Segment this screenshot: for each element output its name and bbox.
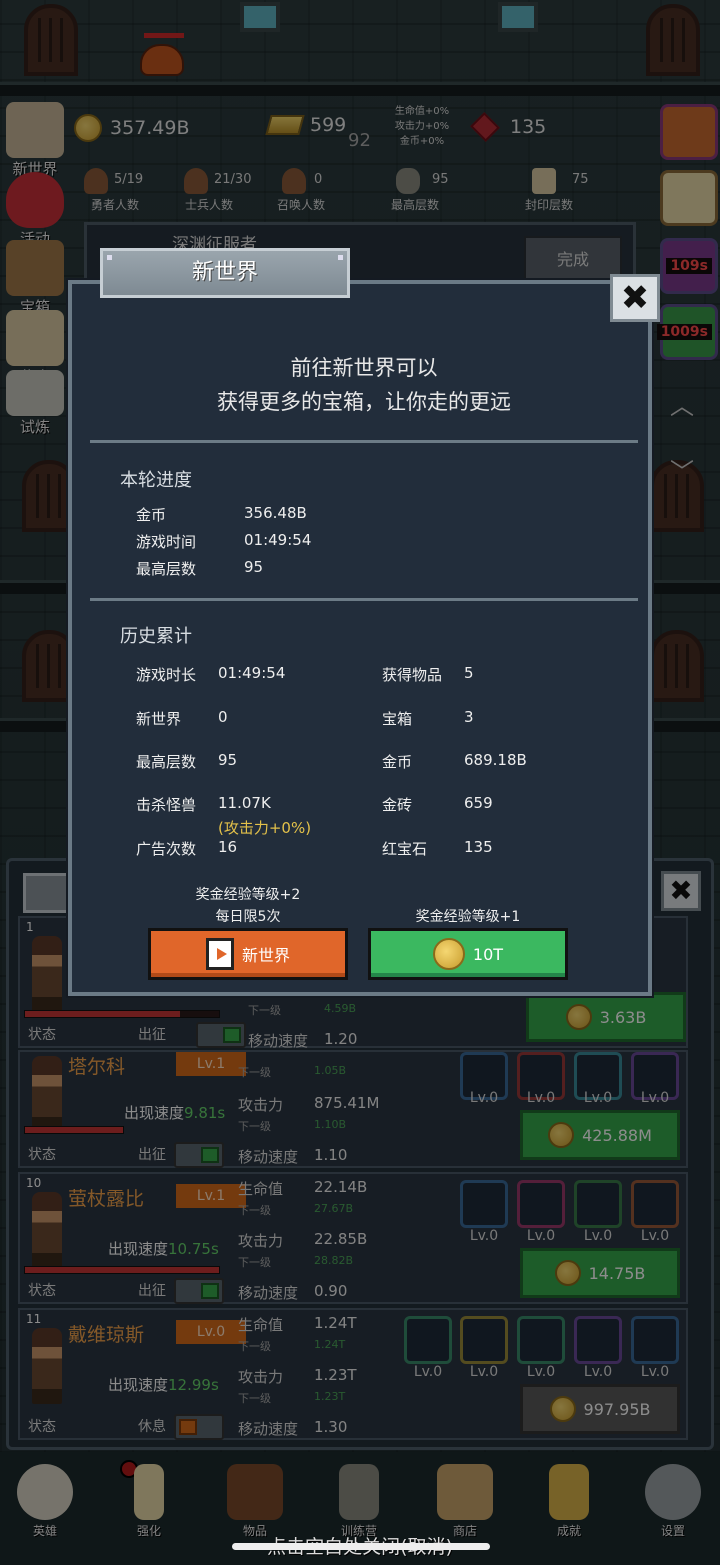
divider — [90, 440, 638, 443]
dialog-close-button[interactable]: ✖ — [610, 274, 660, 322]
dialog-title: 新世界 — [100, 248, 350, 298]
round-max-floor: 95 — [244, 558, 264, 576]
ad-note-1: 奖金经验等级+2 — [195, 887, 301, 903]
history-title: 历史累计 — [120, 626, 192, 647]
home-indicator[interactable] — [232, 1543, 490, 1550]
gold-coin-icon — [432, 938, 465, 970]
coin-note: 奖金经验等级+1 — [415, 909, 521, 925]
video-ad-icon — [205, 938, 234, 970]
round-gold: 356.48B — [244, 504, 307, 522]
new-world-dialog: 前往新世界可以 获得更多的宝箱，让你走的更远 本轮进度 金币 356.48B 游… — [68, 280, 652, 996]
ad-note-2: 每日限5次 — [215, 909, 281, 925]
round-time: 01:49:54 — [244, 531, 312, 549]
kill-bonus: (攻击力+0%) — [218, 819, 312, 837]
divider — [90, 598, 638, 601]
new-world-coin-button[interactable]: 10T — [368, 928, 568, 980]
intro-line-2: 获得更多的宝箱，让你走的更远 — [217, 390, 511, 414]
new-world-ad-button[interactable]: 新世界 — [148, 928, 348, 980]
intro-line-1: 前往新世界可以 — [290, 356, 438, 380]
round-progress-title: 本轮进度 — [120, 470, 192, 491]
